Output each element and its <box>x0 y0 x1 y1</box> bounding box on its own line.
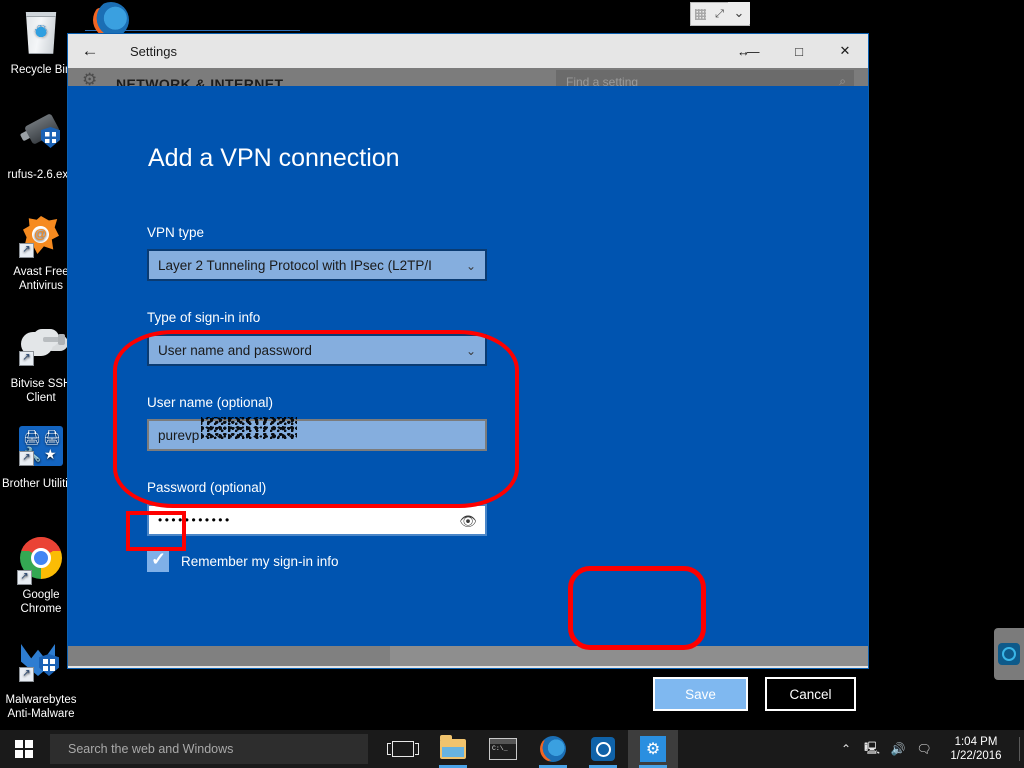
firefox-icon[interactable] <box>528 730 578 768</box>
username-label: User name (optional) <box>147 395 274 410</box>
vpn-type-label: VPN type <box>147 225 205 240</box>
task-view-icon[interactable] <box>378 730 428 768</box>
add-vpn-dialog: Add a VPN connection VPN type Layer 2 Tu… <box>68 86 868 711</box>
horizontal-scrollbar[interactable] <box>68 646 868 666</box>
shortcut-arrow-icon: ↗ <box>17 570 32 585</box>
windows-start-icon[interactable] <box>0 730 48 768</box>
screen: ♲ Recycle Bin rufus-2.6.exe @ ↗ Avast Fr… <box>0 0 1024 768</box>
password-input[interactable]: ••••••••••• 👁 <box>147 504 487 536</box>
signin-type-label: Type of sign-in info <box>147 310 261 325</box>
system-tray[interactable]: ⌃ 🖳 🔊 🗨 1:04 PM 1/22/2016 <box>833 730 1024 768</box>
remember-signin-checkbox[interactable] <box>147 549 169 572</box>
close-button[interactable]: ✕ <box>822 34 868 68</box>
firefox-icon <box>93 2 129 38</box>
taskbar-search-placeholder: Search the web and Windows <box>68 742 234 756</box>
network-icon[interactable]: 🖳 <box>859 730 885 768</box>
vpn-type-select[interactable]: Layer 2 Tunneling Protocol with IPsec (L… <box>147 249 487 281</box>
scrollbar-thumb[interactable] <box>68 646 390 666</box>
settings-taskbar-icon[interactable]: ⚙ <box>628 730 678 768</box>
recycle-bin-icon: ♲ <box>17 12 65 60</box>
vpn-type-value: Layer 2 Tunneling Protocol with IPsec (L… <box>158 257 432 273</box>
usb-drive-icon <box>17 113 65 165</box>
desktop-icon-label: Malwarebytes Anti-Malware <box>5 694 77 720</box>
chevron-down-icon[interactable]: ⌄ <box>728 2 750 24</box>
teamviewer-icon[interactable] <box>578 730 628 768</box>
chevron-up-icon[interactable]: ⌃ <box>833 730 859 768</box>
fullscreen-icon[interactable]: ⤢ <box>710 4 729 24</box>
brother-utilities-icon: 🖨 🖨 🔧 ★ ↗ <box>17 426 65 474</box>
username-input[interactable]: purevp <box>147 417 487 451</box>
shortcut-arrow-icon: ↗ <box>19 667 34 682</box>
shortcut-arrow-icon: ↗ <box>19 451 34 466</box>
remember-signin-row[interactable]: Remember my sign-in info <box>147 549 339 572</box>
background-firefox-window[interactable] <box>85 0 300 38</box>
password-label: Password (optional) <box>147 480 267 495</box>
chrome-icon: ↗ <box>17 537 65 585</box>
remember-signin-label: Remember my sign-in info <box>181 553 339 569</box>
command-prompt-icon[interactable] <box>478 730 528 768</box>
clock-date: 1/22/2016 <box>950 750 1002 762</box>
clock-time: 1:04 PM <box>954 736 998 748</box>
back-arrow-icon[interactable]: ← <box>68 34 112 68</box>
window-titlebar[interactable]: ← Settings ↔ — □ ✕ <box>68 34 868 68</box>
settings-window[interactable]: ← Settings ↔ — □ ✕ ⚙ NETWORK & INTERNET … <box>68 34 868 711</box>
cancel-button[interactable]: Cancel <box>765 677 856 711</box>
username-value: purevp <box>158 427 200 443</box>
clock[interactable]: 1:04 PM 1/22/2016 <box>937 735 1019 763</box>
file-explorer-icon[interactable] <box>428 730 478 768</box>
bitvise-icon: ↗ <box>17 326 65 374</box>
shortcut-arrow-icon: ↗ <box>19 243 34 258</box>
window-controls[interactable]: — □ ✕ <box>730 34 868 68</box>
maximize-button[interactable]: □ <box>776 34 822 68</box>
volume-icon[interactable]: 🔊 <box>885 730 911 768</box>
signin-type-select[interactable]: User name and password ⌄ <box>147 334 487 366</box>
signin-type-value: User name and password <box>158 342 312 358</box>
dialog-title: Add a VPN connection <box>148 144 400 172</box>
password-value: ••••••••••• <box>158 513 232 527</box>
redaction-scribble <box>201 417 297 439</box>
shortcut-arrow-icon: ↗ <box>19 351 34 366</box>
save-button[interactable]: Save <box>653 677 748 711</box>
eye-reveal-icon[interactable]: 👁 <box>459 513 477 529</box>
avast-icon: @ ↗ <box>17 214 65 262</box>
window-title: Settings <box>130 43 177 59</box>
teamviewer-icon <box>998 643 1020 665</box>
chevron-down-icon: ⌄ <box>465 344 476 358</box>
minimize-button[interactable]: — <box>730 34 776 68</box>
teamviewer-side-panel[interactable] <box>994 628 1024 680</box>
action-center-icon[interactable]: 🗨 <box>911 730 937 768</box>
taskbar[interactable]: Search the web and Windows ⚙ ⌃ 🖳 🔊 🗨 1:0… <box>0 730 1024 768</box>
taskbar-search-input[interactable]: Search the web and Windows <box>50 734 368 764</box>
show-desktop-button[interactable] <box>1019 737 1024 761</box>
chevron-down-icon: ⌄ <box>465 259 476 273</box>
malwarebytes-icon: ↗ <box>17 642 65 690</box>
grid-icon[interactable] <box>691 4 710 24</box>
